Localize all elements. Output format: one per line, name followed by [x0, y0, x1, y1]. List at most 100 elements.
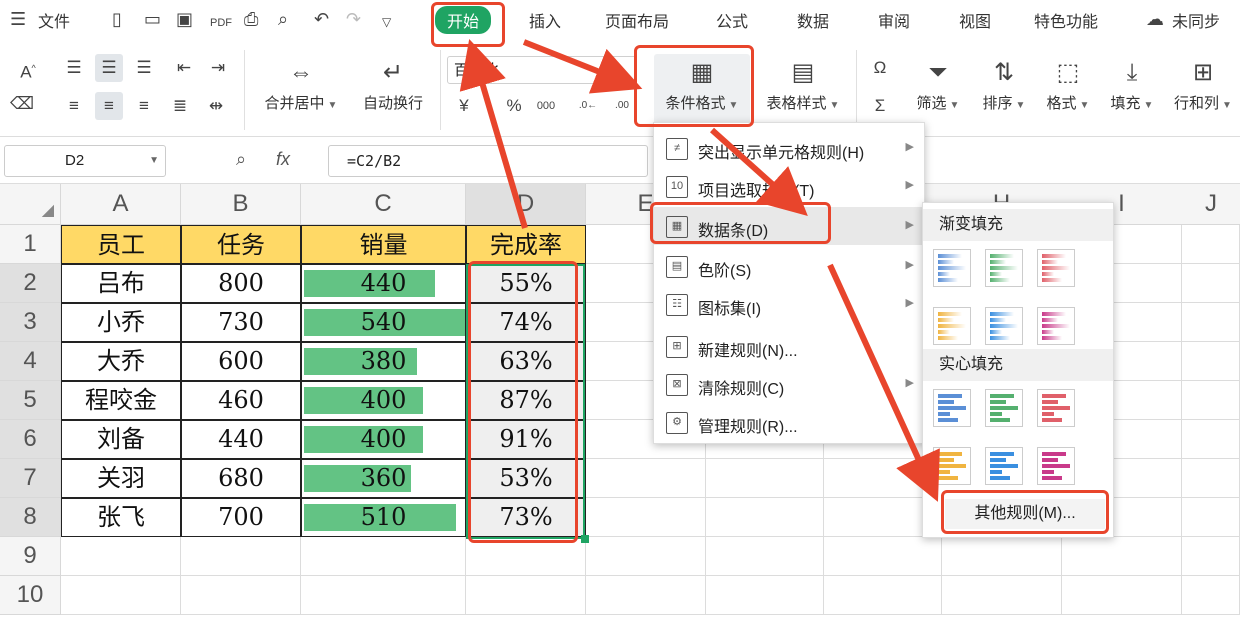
cell-employee-name[interactable]: 张飞: [61, 498, 181, 537]
hamburger-menu-icon[interactable]: ☰: [10, 8, 26, 30]
empty-cell[interactable]: [181, 576, 301, 615]
align-center-icon[interactable]: ≡: [95, 92, 123, 120]
empty-cell[interactable]: [1182, 381, 1240, 420]
cond-menu-item-5[interactable]: ☷ 图标集(I) ▶: [654, 285, 924, 323]
cell-employee-name[interactable]: 小乔: [61, 303, 181, 342]
cell-sales[interactable]: 360: [301, 459, 466, 498]
distributed-align-icon[interactable]: ⇹: [202, 92, 230, 120]
fx-icon[interactable]: fx: [276, 149, 290, 170]
thousands-separator-icon[interactable]: 000: [532, 92, 560, 120]
header-cell-rate[interactable]: 完成率: [466, 225, 586, 264]
cell-sales[interactable]: 400: [301, 381, 466, 420]
cond-menu-item-1[interactable]: ≠ 突出显示单元格规则(H) ▶: [654, 129, 924, 167]
rows-columns-button[interactable]: ⊞ 行和列 ▼: [1170, 54, 1236, 113]
row-header-1[interactable]: 1: [0, 225, 61, 264]
align-left-icon[interactable]: ≡: [60, 92, 88, 120]
column-header-j[interactable]: J: [1182, 184, 1240, 224]
new-file-icon[interactable]: ▯: [112, 8, 122, 30]
solid-fill-swatch[interactable]: [1037, 389, 1075, 427]
gradient-fill-swatch[interactable]: [985, 307, 1023, 345]
print-preview-icon[interactable]: ⌕: [278, 8, 288, 30]
empty-cell[interactable]: [1182, 498, 1240, 537]
cell-sales[interactable]: 380: [301, 342, 466, 381]
header-cell-employee[interactable]: 员工: [61, 225, 181, 264]
table-style-button[interactable]: ▤ 表格样式 ▼: [760, 54, 846, 113]
increase-indent-icon[interactable]: ⇥: [204, 54, 232, 82]
empty-cell[interactable]: [1182, 420, 1240, 459]
save-icon[interactable]: ▣: [176, 8, 193, 30]
empty-cell[interactable]: [1182, 303, 1240, 342]
empty-cell[interactable]: [1182, 264, 1240, 303]
empty-cell[interactable]: [1182, 459, 1240, 498]
tab-view[interactable]: 视图: [959, 8, 991, 32]
empty-cell[interactable]: [586, 459, 706, 498]
tab-special-features[interactable]: 特色功能: [1034, 8, 1098, 32]
decrease-decimal-icon[interactable]: .00: [608, 92, 636, 120]
gradient-fill-swatch[interactable]: [933, 307, 971, 345]
cond-menu-item-7[interactable]: ⊠ 清除规则(C) ▶: [654, 365, 924, 403]
empty-cell[interactable]: [706, 537, 824, 576]
row-header-4[interactable]: 4: [0, 342, 61, 381]
align-top-icon[interactable]: ☰: [60, 54, 88, 82]
solid-fill-swatch[interactable]: [933, 389, 971, 427]
empty-cell[interactable]: [706, 498, 824, 537]
cond-menu-item-8[interactable]: ⚙ 管理规则(R)...: [654, 403, 924, 441]
cell-task[interactable]: 440: [181, 420, 301, 459]
fill-button[interactable]: ⤓ 填充 ▼: [1106, 54, 1158, 113]
gradient-fill-swatch[interactable]: [1037, 307, 1075, 345]
tab-review[interactable]: 审阅: [878, 8, 910, 32]
empty-cell[interactable]: [301, 537, 466, 576]
sync-status[interactable]: 未同步: [1172, 8, 1220, 32]
empty-cell[interactable]: [301, 576, 466, 615]
file-menu[interactable]: 文件: [38, 8, 70, 32]
formula-input[interactable]: =C2/B2: [328, 145, 648, 177]
tab-formulas[interactable]: 公式: [716, 8, 748, 32]
cell-employee-name[interactable]: 程咬金: [61, 381, 181, 420]
tab-data[interactable]: 数据: [797, 8, 829, 32]
cell-task[interactable]: 700: [181, 498, 301, 537]
cell-employee-name[interactable]: 关羽: [61, 459, 181, 498]
cell-task[interactable]: 680: [181, 459, 301, 498]
number-format-select[interactable]: 百分比: [447, 56, 637, 84]
row-header-10[interactable]: 10: [0, 576, 61, 615]
solid-fill-swatch[interactable]: [1037, 447, 1075, 485]
font-size-increase-icon[interactable]: A^: [14, 54, 42, 82]
empty-cell[interactable]: [61, 576, 181, 615]
name-box[interactable]: D2 ▼: [4, 145, 166, 177]
empty-cell[interactable]: [466, 576, 586, 615]
row-header-5[interactable]: 5: [0, 381, 61, 420]
undo-icon[interactable]: ↶: [314, 8, 329, 30]
empty-cell[interactable]: [586, 498, 706, 537]
empty-cell[interactable]: [1182, 576, 1240, 615]
empty-cell[interactable]: [586, 576, 706, 615]
open-folder-icon[interactable]: ▭: [144, 8, 161, 30]
cell-task[interactable]: 800: [181, 264, 301, 303]
row-header-6[interactable]: 6: [0, 420, 61, 459]
row-header-7[interactable]: 7: [0, 459, 61, 498]
solid-fill-swatch[interactable]: [985, 447, 1023, 485]
row-header-8[interactable]: 8: [0, 498, 61, 537]
align-right-icon[interactable]: ≡: [130, 92, 158, 120]
cell-sales[interactable]: 440: [301, 264, 466, 303]
filter-button[interactable]: ⏷ 筛选 ▼: [912, 54, 964, 113]
justify-icon[interactable]: ≣: [166, 92, 194, 120]
empty-cell[interactable]: [586, 537, 706, 576]
cell-employee-name[interactable]: 吕布: [61, 264, 181, 303]
cloud-sync-icon[interactable]: ☁: [1146, 8, 1164, 30]
empty-cell[interactable]: [942, 576, 1062, 615]
align-middle-icon[interactable]: ☰: [95, 54, 123, 82]
fill-handle[interactable]: [581, 535, 589, 543]
cell-task[interactable]: 600: [181, 342, 301, 381]
empty-cell[interactable]: [1062, 537, 1182, 576]
header-cell-task[interactable]: 任务: [181, 225, 301, 264]
column-header-c[interactable]: C: [301, 184, 466, 225]
eraser-icon[interactable]: ⌫: [8, 90, 36, 118]
tab-insert[interactable]: 插入: [529, 8, 561, 32]
empty-cell[interactable]: [1182, 225, 1240, 264]
empty-cell[interactable]: [1182, 342, 1240, 381]
column-header-d[interactable]: D: [466, 184, 586, 225]
align-bottom-icon[interactable]: ☰: [130, 54, 158, 82]
empty-cell[interactable]: [181, 537, 301, 576]
empty-cell[interactable]: [61, 537, 181, 576]
percent-icon[interactable]: %: [500, 92, 528, 120]
